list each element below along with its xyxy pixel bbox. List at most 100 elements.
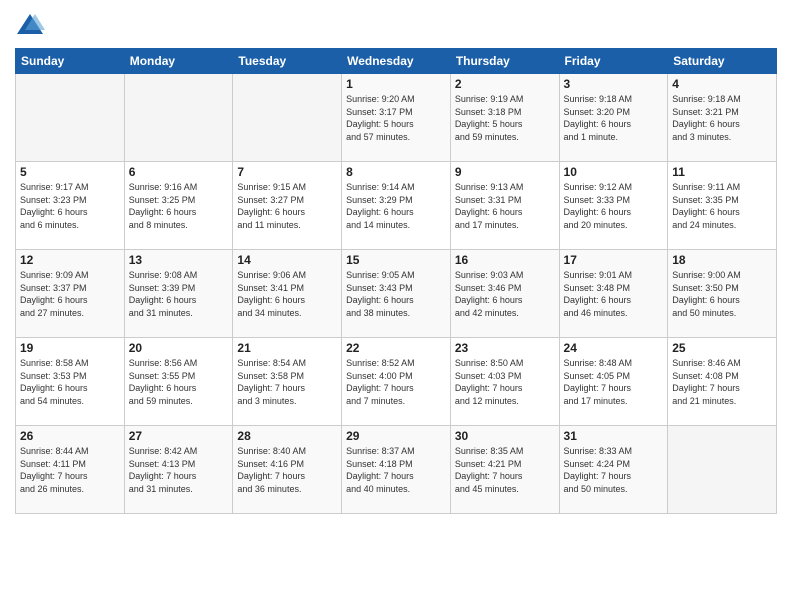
day-number: 24: [564, 341, 664, 355]
day-cell: 3 Sunrise: 9:18 AM Sunset: 3:20 PM Daylig…: [559, 74, 668, 162]
weekday-row: SundayMondayTuesdayWednesdayThursdayFrid…: [16, 49, 777, 74]
day-number: 7: [237, 165, 337, 179]
day-info: Sunrise: 8:56 AM Sunset: 3:55 PM Dayligh…: [129, 357, 229, 407]
weekday-header-tuesday: Tuesday: [233, 49, 342, 74]
day-number: 14: [237, 253, 337, 267]
day-cell: 8 Sunrise: 9:14 AM Sunset: 3:29 PM Daylig…: [342, 162, 451, 250]
day-cell: 18 Sunrise: 9:00 AM Sunset: 3:50 PM Dayli…: [668, 250, 777, 338]
day-info: Sunrise: 8:40 AM Sunset: 4:16 PM Dayligh…: [237, 445, 337, 495]
weekday-header-thursday: Thursday: [450, 49, 559, 74]
day-info: Sunrise: 9:01 AM Sunset: 3:48 PM Dayligh…: [564, 269, 664, 319]
day-cell: 16 Sunrise: 9:03 AM Sunset: 3:46 PM Dayli…: [450, 250, 559, 338]
calendar-table: SundayMondayTuesdayWednesdayThursdayFrid…: [15, 48, 777, 514]
calendar-body: 1 Sunrise: 9:20 AM Sunset: 3:17 PM Daylig…: [16, 74, 777, 514]
day-cell: 19Sunrise: 8:58 AM Sunset: 3:53 PM Dayli…: [16, 338, 125, 426]
logo-icon: [15, 10, 45, 40]
day-number: 21: [237, 341, 337, 355]
day-cell: 30 Sunrise: 8:35 AM Sunset: 4:21 PM Dayli…: [450, 426, 559, 514]
day-info: Sunrise: 9:20 AM Sunset: 3:17 PM Dayligh…: [346, 93, 446, 143]
day-info: Sunrise: 8:48 AM Sunset: 4:05 PM Dayligh…: [564, 357, 664, 407]
day-cell: 7 Sunrise: 9:15 AM Sunset: 3:27 PM Daylig…: [233, 162, 342, 250]
day-info: Sunrise: 9:00 AM Sunset: 3:50 PM Dayligh…: [672, 269, 772, 319]
day-cell: 23 Sunrise: 8:50 AM Sunset: 4:03 PM Dayli…: [450, 338, 559, 426]
day-cell: [124, 74, 233, 162]
day-number: 10: [564, 165, 664, 179]
day-info: Sunrise: 8:50 AM Sunset: 4:03 PM Dayligh…: [455, 357, 555, 407]
day-info: Sunrise: 9:03 AM Sunset: 3:46 PM Dayligh…: [455, 269, 555, 319]
day-cell: 27Sunrise: 8:42 AM Sunset: 4:13 PM Dayli…: [124, 426, 233, 514]
day-number: 9: [455, 165, 555, 179]
day-info: Sunrise: 8:37 AM Sunset: 4:18 PM Dayligh…: [346, 445, 446, 495]
day-cell: 22 Sunrise: 8:52 AM Sunset: 4:00 PM Dayli…: [342, 338, 451, 426]
weekday-header-sunday: Sunday: [16, 49, 125, 74]
day-cell: 10Sunrise: 9:12 AM Sunset: 3:33 PM Dayli…: [559, 162, 668, 250]
weekday-header-friday: Friday: [559, 49, 668, 74]
day-cell: 15Sunrise: 9:05 AM Sunset: 3:43 PM Dayli…: [342, 250, 451, 338]
day-cell: 12Sunrise: 9:09 AM Sunset: 3:37 PM Dayli…: [16, 250, 125, 338]
day-number: 23: [455, 341, 555, 355]
day-info: Sunrise: 9:18 AM Sunset: 3:21 PM Dayligh…: [672, 93, 772, 143]
week-row-1: 1 Sunrise: 9:20 AM Sunset: 3:17 PM Daylig…: [16, 74, 777, 162]
day-info: Sunrise: 8:52 AM Sunset: 4:00 PM Dayligh…: [346, 357, 446, 407]
day-number: 27: [129, 429, 229, 443]
day-cell: [16, 74, 125, 162]
day-info: Sunrise: 9:15 AM Sunset: 3:27 PM Dayligh…: [237, 181, 337, 231]
week-row-5: 26Sunrise: 8:44 AM Sunset: 4:11 PM Dayli…: [16, 426, 777, 514]
day-number: 11: [672, 165, 772, 179]
day-info: Sunrise: 9:08 AM Sunset: 3:39 PM Dayligh…: [129, 269, 229, 319]
day-number: 3: [564, 77, 664, 91]
day-info: Sunrise: 8:54 AM Sunset: 3:58 PM Dayligh…: [237, 357, 337, 407]
day-cell: 28 Sunrise: 8:40 AM Sunset: 4:16 PM Dayli…: [233, 426, 342, 514]
day-cell: 29 Sunrise: 8:37 AM Sunset: 4:18 PM Dayli…: [342, 426, 451, 514]
week-row-2: 5 Sunrise: 9:17 AM Sunset: 3:23 PM Daylig…: [16, 162, 777, 250]
day-cell: 6 Sunrise: 9:16 AM Sunset: 3:25 PM Daylig…: [124, 162, 233, 250]
day-cell: 31Sunrise: 8:33 AM Sunset: 4:24 PM Dayli…: [559, 426, 668, 514]
day-number: 17: [564, 253, 664, 267]
weekday-header-monday: Monday: [124, 49, 233, 74]
day-info: Sunrise: 8:44 AM Sunset: 4:11 PM Dayligh…: [20, 445, 120, 495]
day-info: Sunrise: 9:09 AM Sunset: 3:37 PM Dayligh…: [20, 269, 120, 319]
day-info: Sunrise: 9:06 AM Sunset: 3:41 PM Dayligh…: [237, 269, 337, 319]
day-info: Sunrise: 8:35 AM Sunset: 4:21 PM Dayligh…: [455, 445, 555, 495]
day-cell: 20 Sunrise: 8:56 AM Sunset: 3:55 PM Dayli…: [124, 338, 233, 426]
day-cell: 25 Sunrise: 8:46 AM Sunset: 4:08 PM Dayli…: [668, 338, 777, 426]
day-number: 4: [672, 77, 772, 91]
day-number: 1: [346, 77, 446, 91]
day-cell: 21 Sunrise: 8:54 AM Sunset: 3:58 PM Dayli…: [233, 338, 342, 426]
day-number: 29: [346, 429, 446, 443]
day-number: 18: [672, 253, 772, 267]
day-number: 6: [129, 165, 229, 179]
day-cell: 13 Sunrise: 9:08 AM Sunset: 3:39 PM Dayli…: [124, 250, 233, 338]
calendar-header: SundayMondayTuesdayWednesdayThursdayFrid…: [16, 49, 777, 74]
day-number: 25: [672, 341, 772, 355]
day-number: 30: [455, 429, 555, 443]
day-info: Sunrise: 9:19 AM Sunset: 3:18 PM Dayligh…: [455, 93, 555, 143]
week-row-4: 19Sunrise: 8:58 AM Sunset: 3:53 PM Dayli…: [16, 338, 777, 426]
day-info: Sunrise: 8:46 AM Sunset: 4:08 PM Dayligh…: [672, 357, 772, 407]
day-cell: 17 Sunrise: 9:01 AM Sunset: 3:48 PM Dayli…: [559, 250, 668, 338]
header: [15, 10, 777, 40]
day-info: Sunrise: 9:16 AM Sunset: 3:25 PM Dayligh…: [129, 181, 229, 231]
day-info: Sunrise: 9:05 AM Sunset: 3:43 PM Dayligh…: [346, 269, 446, 319]
day-cell: 4 Sunrise: 9:18 AM Sunset: 3:21 PM Daylig…: [668, 74, 777, 162]
day-info: Sunrise: 9:18 AM Sunset: 3:20 PM Dayligh…: [564, 93, 664, 143]
day-info: Sunrise: 9:14 AM Sunset: 3:29 PM Dayligh…: [346, 181, 446, 231]
day-number: 5: [20, 165, 120, 179]
day-number: 13: [129, 253, 229, 267]
day-cell: 26Sunrise: 8:44 AM Sunset: 4:11 PM Dayli…: [16, 426, 125, 514]
weekday-header-wednesday: Wednesday: [342, 49, 451, 74]
page: SundayMondayTuesdayWednesdayThursdayFrid…: [0, 0, 792, 612]
day-number: 16: [455, 253, 555, 267]
day-info: Sunrise: 9:17 AM Sunset: 3:23 PM Dayligh…: [20, 181, 120, 231]
day-number: 28: [237, 429, 337, 443]
day-cell: 1 Sunrise: 9:20 AM Sunset: 3:17 PM Daylig…: [342, 74, 451, 162]
day-number: 8: [346, 165, 446, 179]
day-number: 20: [129, 341, 229, 355]
day-cell: 2 Sunrise: 9:19 AM Sunset: 3:18 PM Daylig…: [450, 74, 559, 162]
day-number: 2: [455, 77, 555, 91]
day-info: Sunrise: 9:13 AM Sunset: 3:31 PM Dayligh…: [455, 181, 555, 231]
day-number: 22: [346, 341, 446, 355]
day-cell: [668, 426, 777, 514]
day-cell: 9 Sunrise: 9:13 AM Sunset: 3:31 PM Daylig…: [450, 162, 559, 250]
day-info: Sunrise: 8:33 AM Sunset: 4:24 PM Dayligh…: [564, 445, 664, 495]
